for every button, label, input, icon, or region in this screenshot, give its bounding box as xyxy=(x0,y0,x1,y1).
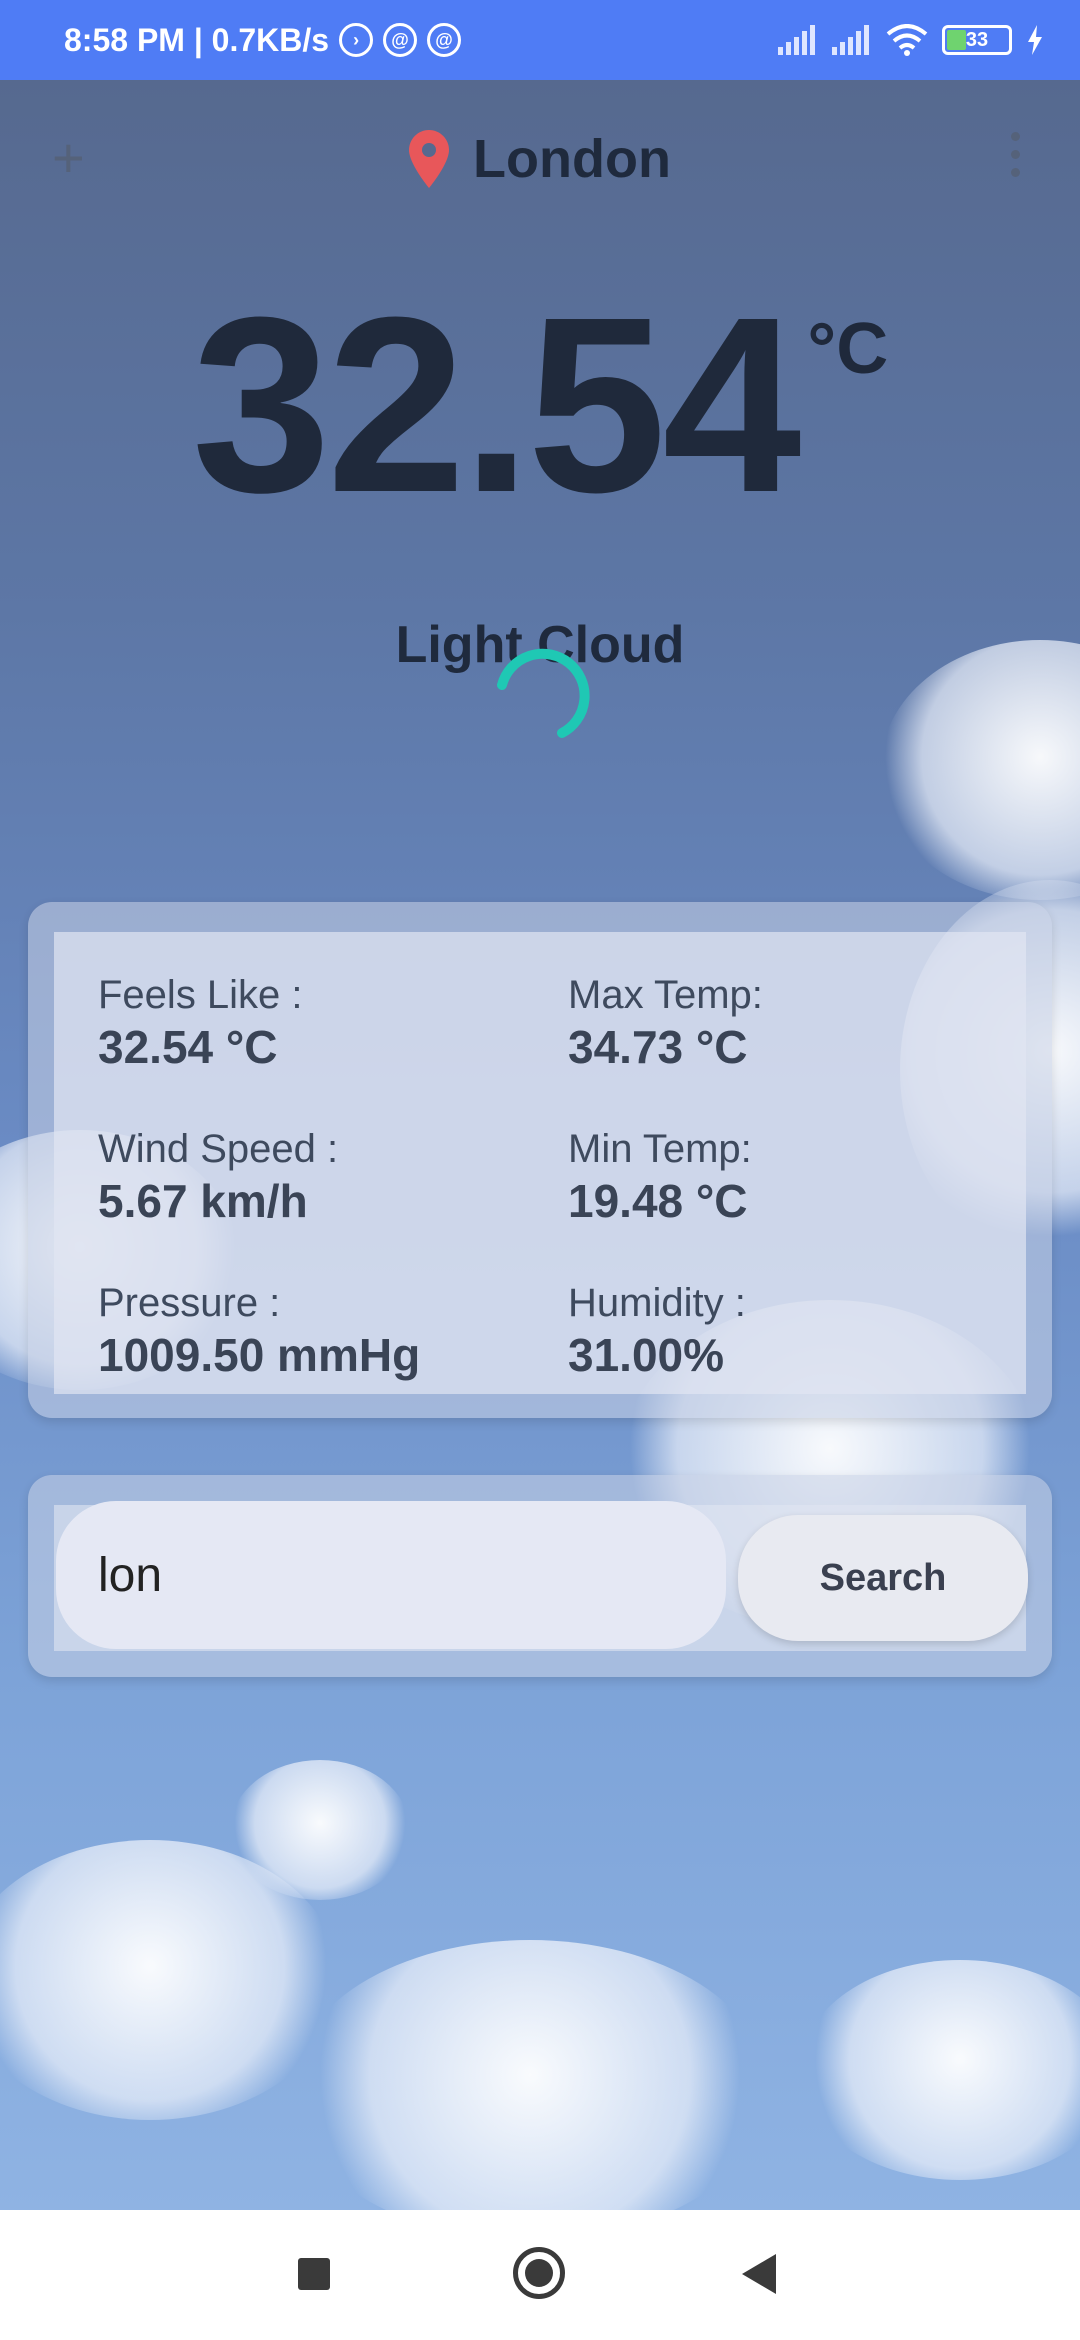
stat-label: Max Temp: xyxy=(568,973,763,1017)
more-options-button[interactable] xyxy=(1011,132,1020,177)
city-name: London xyxy=(473,129,671,189)
stat-humidity: Humidity : 31.00% xyxy=(568,1280,746,1386)
battery-level: 33 xyxy=(965,28,989,51)
status-left: 8:58 PM | 0.7KB/s › @ @ xyxy=(64,21,462,59)
stat-max-temp: Max Temp: 34.73 °C xyxy=(568,972,763,1078)
more-dot xyxy=(1011,132,1020,141)
stat-pressure: Pressure : 1009.50 mmHg xyxy=(98,1280,420,1386)
sync-icon: › xyxy=(339,23,374,57)
temperature-value: 32.54 xyxy=(191,265,802,544)
cloud-decoration xyxy=(800,1960,1080,2180)
stat-label: Pressure : xyxy=(98,1281,281,1325)
stat-wind-speed: Wind Speed : 5.67 km/h xyxy=(98,1126,338,1232)
stats-grid: Feels Like : 32.54 °C Max Temp: 34.73 °C… xyxy=(54,932,1026,1394)
city-search-input[interactable] xyxy=(56,1501,726,1649)
home-button[interactable] xyxy=(513,2247,565,2299)
battery-icon: 33 xyxy=(942,25,1012,55)
cloud-decoration xyxy=(290,1940,770,2210)
stat-value: 32.54 °C xyxy=(98,1021,278,1073)
charging-icon xyxy=(1028,25,1042,55)
at-icon-2: @ xyxy=(427,23,462,57)
status-time-speed: 8:58 PM | 0.7KB/s xyxy=(64,21,330,58)
back-button[interactable] xyxy=(742,2254,776,2294)
cloud-decoration xyxy=(880,640,1080,900)
search-card: Search xyxy=(28,1475,1052,1677)
weather-app: + London 32.54 °C Light Cloud Feels Like… xyxy=(0,80,1080,2210)
weather-stats-card: Feels Like : 32.54 °C Max Temp: 34.73 °C… xyxy=(28,902,1052,1418)
stat-label: Feels Like : xyxy=(98,973,303,1017)
stat-value: 34.73 °C xyxy=(568,1021,748,1073)
loading-spinner xyxy=(497,648,590,738)
stat-label: Min Temp: xyxy=(568,1127,752,1171)
battery-fill xyxy=(947,30,967,50)
status-right: 33 xyxy=(778,24,1044,56)
more-dot xyxy=(1011,150,1020,159)
temperature-display: 32.54 °C xyxy=(0,280,1080,530)
recents-button[interactable] xyxy=(298,2258,330,2290)
stat-value: 5.67 km/h xyxy=(98,1175,308,1227)
stat-min-temp: Min Temp: 19.48 °C xyxy=(568,1126,752,1232)
location-header: London xyxy=(0,128,1080,190)
wifi-icon xyxy=(886,24,928,56)
stat-label: Wind Speed : xyxy=(98,1127,339,1171)
status-bar: 8:58 PM | 0.7KB/s › @ @ 33 xyxy=(0,0,1080,80)
more-dot xyxy=(1011,168,1020,177)
search-button[interactable]: Search xyxy=(738,1515,1028,1641)
at-icon: @ xyxy=(383,23,418,57)
temperature-unit: °C xyxy=(807,309,889,389)
system-nav-bar xyxy=(0,2210,1080,2340)
signal-icon-2 xyxy=(832,25,869,55)
stat-feels-like: Feels Like : 32.54 °C xyxy=(98,972,303,1078)
map-pin-icon xyxy=(409,130,450,188)
stat-value: 1009.50 mmHg xyxy=(98,1329,421,1381)
stat-label: Humidity : xyxy=(568,1281,746,1325)
stat-value: 19.48 °C xyxy=(568,1175,748,1227)
signal-icon xyxy=(778,25,815,55)
stat-value: 31.00% xyxy=(568,1329,725,1381)
